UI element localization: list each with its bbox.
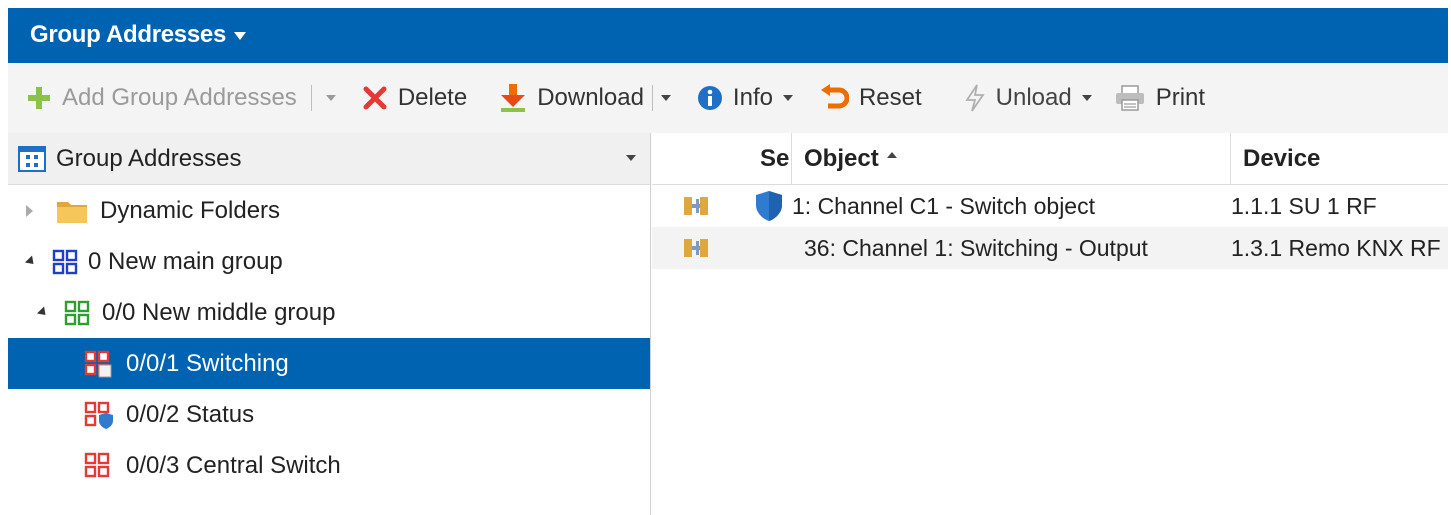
column-label: Device	[1243, 145, 1321, 172]
middle-group-icon	[64, 300, 90, 325]
chevron-down-icon	[234, 32, 246, 40]
grid-header: Se Object Device	[652, 133, 1448, 185]
tree-item-label: 0/0/3 Central Switch	[126, 451, 341, 479]
column-header-se[interactable]: Se	[748, 133, 792, 185]
add-group-addresses-button[interactable]: Add Group Addresses	[20, 76, 303, 120]
chevron-down-icon	[782, 95, 793, 101]
group-addresses-view-icon	[18, 145, 46, 172]
print-button[interactable]: Print	[1108, 76, 1211, 120]
column-header-device[interactable]: Device	[1231, 133, 1448, 185]
association-icon	[682, 185, 722, 227]
reset-button[interactable]: Reset	[813, 76, 928, 120]
group-address-tree-panel: Group Addresses Dynamic Folders 0 New ma…	[8, 133, 651, 515]
add-group-addresses-label: Add Group Addresses	[62, 84, 297, 111]
table-row[interactable]: 36: Channel 1: Switching - Output 1.3.1 …	[652, 227, 1448, 269]
download-dropdown-button[interactable]	[655, 76, 677, 120]
download-icon	[501, 84, 526, 112]
device-cell: 1.1.1 SU 1 RF	[1231, 192, 1377, 219]
title-bar: Group Addresses	[8, 8, 1448, 63]
object-cell: 36: Channel 1: Switching - Output	[804, 234, 1148, 261]
chevron-down-icon	[325, 95, 336, 101]
delete-x-icon	[363, 86, 387, 110]
delete-label: Delete	[397, 84, 468, 111]
info-icon	[697, 86, 722, 110]
tree-item-label: 0/0/2 Status	[126, 400, 255, 428]
tree-item-label: 0/0 New middle group	[102, 298, 336, 326]
print-label: Print	[1155, 84, 1206, 111]
association-icon	[682, 227, 722, 269]
view-selector[interactable]: Group Addresses	[30, 21, 246, 49]
column-label: Object	[804, 145, 879, 172]
chevron-down-icon	[660, 95, 671, 101]
object-cell: 1: Channel C1 - Switch object	[792, 192, 1095, 219]
unload-label: Unload	[995, 84, 1072, 111]
tree-item-label: Dynamic Folders	[100, 196, 281, 224]
tree-item-switching[interactable]: 0/0/1 Switching	[8, 338, 650, 389]
tree-header-dropdown[interactable]: Group Addresses	[8, 133, 650, 185]
tree-item-label: 0/0/1 Switching	[126, 349, 289, 377]
plus-icon	[28, 87, 50, 109]
printer-icon	[1115, 85, 1144, 111]
group-address-shield-icon	[84, 401, 113, 429]
group-address-icon	[84, 452, 110, 477]
collapse-arrow-icon[interactable]	[34, 306, 52, 319]
device-cell: 1.3.1 Remo KNX RF	[1231, 234, 1441, 261]
column-label: Se	[760, 145, 790, 172]
toolbar-separator	[651, 85, 653, 111]
view-title: Group Addresses	[30, 21, 226, 48]
info-label: Info	[732, 84, 773, 111]
collapse-arrow-icon[interactable]	[22, 255, 40, 268]
download-label: Download	[537, 84, 644, 111]
main-group-icon	[52, 249, 78, 274]
toolbar-separator	[310, 85, 312, 111]
expand-arrow-icon[interactable]	[20, 204, 38, 217]
group-address-icon	[84, 350, 112, 377]
download-button[interactable]: Download	[493, 76, 650, 120]
column-header-icon[interactable]	[652, 133, 748, 185]
add-dropdown-button[interactable]	[320, 76, 342, 120]
reset-icon	[820, 84, 849, 109]
associations-grid: Se Object Device 1: Channel C1 - Switch …	[652, 133, 1448, 515]
tree-item-main-group[interactable]: 0 New main group	[8, 236, 650, 287]
tree-item-dynamic-folders[interactable]: Dynamic Folders	[8, 185, 650, 236]
shield-icon	[754, 185, 790, 227]
info-button[interactable]: Info	[691, 76, 799, 120]
table-row[interactable]: 1: Channel C1 - Switch object 1.1.1 SU 1…	[652, 185, 1448, 227]
delete-button[interactable]: Delete	[356, 76, 473, 120]
tree-item-middle-group[interactable]: 0/0 New middle group	[8, 287, 650, 338]
chevron-down-icon	[1081, 95, 1092, 101]
sort-ascending-icon	[886, 152, 897, 158]
tree-item-status[interactable]: 0/0/2 Status	[8, 389, 650, 440]
toolbar: Add Group Addresses Delete Download Info	[8, 63, 1448, 133]
folder-icon	[57, 201, 87, 223]
unload-button[interactable]: Unload	[958, 76, 1098, 120]
column-header-object[interactable]: Object	[792, 133, 1231, 185]
tree-item-central-switch[interactable]: 0/0/3 Central Switch	[8, 440, 650, 491]
tree-item-label: 0 New main group	[88, 247, 283, 275]
chevron-down-icon	[626, 155, 636, 161]
reset-label: Reset	[858, 84, 922, 111]
unload-icon	[964, 84, 985, 112]
tree-header-label: Group Addresses	[56, 144, 242, 172]
